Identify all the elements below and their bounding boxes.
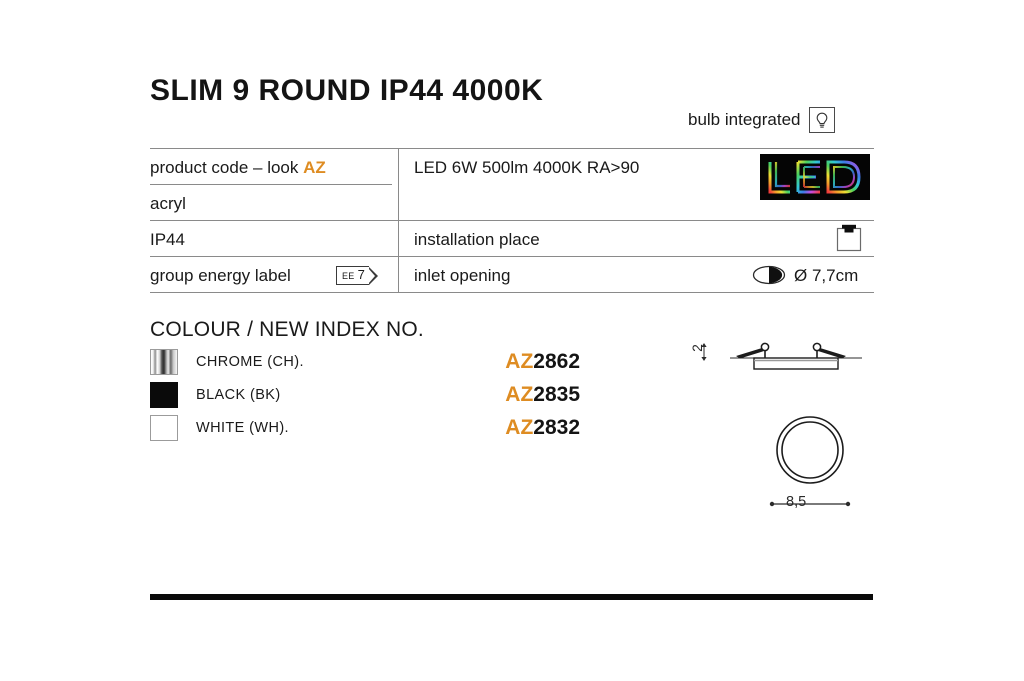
specification-table: product code – look AZ acryl IP44 group …	[150, 148, 874, 293]
row-product-code: product code – look AZ	[150, 158, 326, 178]
colour-name: BLACK (BK)	[196, 386, 281, 403]
dot-leader	[286, 393, 500, 407]
colour-code-number: 2862	[533, 349, 580, 373]
colour-swatch-black	[150, 381, 178, 408]
bulb-icon	[809, 107, 836, 133]
row-ip-rating: IP44	[150, 230, 185, 249]
colour-code-prefix: AZ	[505, 382, 534, 406]
inlet-opening-value: Ø 7,7cm	[794, 266, 859, 285]
dot-leader	[309, 360, 500, 374]
dot-leader	[295, 426, 500, 440]
row-installation-place: installation place	[414, 230, 540, 249]
recessed-downlight-side-view	[686, 330, 886, 382]
footer-divider	[150, 594, 873, 600]
colour-name: WHITE (WH).	[196, 419, 289, 436]
colour-code: AZ2862	[505, 350, 580, 374]
row-product-code-accent: AZ	[303, 158, 326, 177]
page-title: SLIM 9 ROUND IP44 4000K	[150, 74, 544, 107]
row-product-code-label: product code – look	[150, 158, 304, 177]
colour-code-number: 2835	[533, 382, 580, 406]
table-divider-left-1	[150, 184, 392, 185]
colour-code-number: 2832	[533, 415, 580, 439]
colour-swatch-chrome	[150, 348, 178, 375]
round-fixture-plan-view	[745, 412, 875, 517]
colour-list: CHROME (CH). AZ2862 BLACK (BK) AZ2835 WH…	[150, 345, 580, 444]
list-item[interactable]: BLACK (BK) AZ2835	[150, 378, 580, 411]
energy-label-value: 7	[357, 267, 365, 282]
table-column-divider	[398, 148, 399, 293]
colour-code: AZ2835	[505, 383, 580, 407]
colour-code-prefix: AZ	[505, 349, 534, 373]
table-border-bottom	[150, 292, 874, 293]
list-item[interactable]: WHITE (WH). AZ2832	[150, 411, 580, 444]
table-divider-mid	[150, 220, 874, 221]
colour-swatch-white	[150, 414, 178, 441]
energy-label-prefix: EE	[342, 271, 355, 281]
cut-hole-icon	[752, 264, 786, 291]
colour-section-heading: COLOUR / NEW INDEX NO.	[150, 318, 424, 341]
row-inlet-opening: inlet opening	[414, 266, 511, 285]
bulb-integrated-label: bulb integrated	[688, 110, 801, 129]
colour-code-prefix: AZ	[505, 415, 534, 439]
row-energy-label: group energy label	[150, 266, 291, 285]
row-led-spec: LED 6W 500lm 4000K RA>90	[414, 158, 640, 177]
row-material: acryl	[150, 194, 186, 213]
energy-label-badge: EE 7	[336, 266, 378, 285]
led-logo	[760, 154, 870, 200]
energy-label-badge-body: EE 7	[336, 266, 369, 285]
table-divider-lower	[150, 256, 874, 257]
colour-name: CHROME (CH).	[196, 353, 304, 370]
energy-label-arrow-tip	[367, 266, 378, 285]
ceiling-recess-icon	[836, 224, 862, 257]
list-item[interactable]: CHROME (CH). AZ2862	[150, 345, 580, 378]
bulb-integrated-row: bulb integrated	[688, 107, 836, 133]
table-border-top	[150, 148, 874, 149]
colour-code: AZ2832	[505, 416, 580, 440]
plan-view-dimension-label: 8,5	[786, 494, 807, 510]
